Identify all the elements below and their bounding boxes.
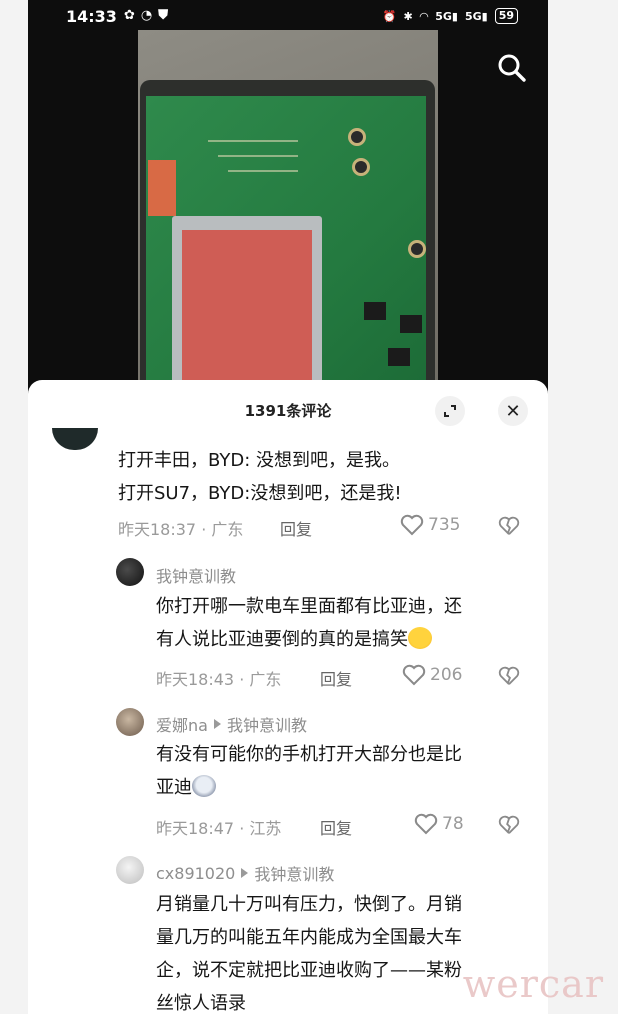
bluetooth-icon: ✱	[403, 9, 413, 23]
laugh-cry-emoji-icon	[408, 627, 432, 649]
comment-time: 昨天18:37 · 广东	[118, 520, 244, 539]
comment-text-line: 丝惊人语录	[156, 993, 246, 1014]
reply-username[interactable]: 爱娜na 我钟意训教	[156, 712, 307, 736]
reply-arrow-icon	[241, 868, 249, 878]
comment-text-line: 打开SU7，BYD:没想到吧，还是我!	[118, 483, 402, 504]
like-count: 78	[442, 814, 464, 834]
comment-text-line: 打开丰田，BYD: 没想到吧，是我。	[118, 450, 401, 471]
status-bar: 14:33 ✿◔⛊ ⏰ ✱ ◠ 5G▮ 5G▮ 59	[28, 0, 548, 34]
pcb-trace	[208, 140, 298, 142]
pcb-chip	[364, 302, 386, 320]
comments-count-title: 1391条评论	[244, 402, 332, 420]
broken-heart-icon[interactable]	[498, 666, 520, 686]
search-icon[interactable]	[496, 52, 528, 84]
reply-button[interactable]: 回复	[280, 516, 312, 540]
broken-heart-icon[interactable]	[498, 815, 520, 835]
reply-to-text: 我钟意训教	[254, 865, 335, 884]
comment-text-line: 量几万的叫能五年内能成为全国最大车	[156, 927, 462, 948]
heart-icon	[400, 514, 424, 536]
status-time: 14:33	[66, 7, 117, 26]
time-text: 昨天18:43	[156, 670, 235, 689]
username-text: 我钟意训教	[156, 567, 237, 586]
watermark: wercar	[462, 962, 604, 1006]
location-text: 广东	[211, 520, 244, 539]
comment-text-line: 亚迪	[156, 771, 462, 804]
pcb-chip	[388, 348, 410, 366]
cat-emoji-icon	[192, 775, 216, 797]
location-text: 广东	[249, 670, 282, 689]
heart-icon	[402, 664, 426, 686]
like-count: 735	[428, 515, 461, 535]
battery-indicator: 59	[494, 8, 518, 24]
reply-comment: 你打开哪一款电车里面都有比亚迪，还 有人说比亚迪要倒的真的是搞笑	[156, 590, 462, 656]
heart-icon	[414, 813, 438, 835]
like-count: 206	[430, 665, 463, 685]
reply-comment: 有没有可能你的手机打开大部分也是比 亚迪	[156, 738, 462, 804]
status-left-icons: ✿◔⛊	[124, 8, 174, 23]
reply-button[interactable]: 回复	[320, 815, 352, 839]
pcb-chip	[400, 315, 422, 333]
alarm-icon: ⏰	[382, 9, 397, 23]
location-text: 江苏	[249, 819, 282, 838]
comment-text-line: 有没有可能你的手机打开大部分也是比	[156, 744, 462, 765]
reply-username[interactable]: cx891020 我钟意训教	[156, 861, 334, 885]
like-button[interactable]: 78	[414, 813, 464, 835]
like-button[interactable]: 206	[402, 664, 462, 686]
expand-icon[interactable]	[435, 396, 465, 426]
status-right-icons: ⏰ ✱ ◠ 5G▮ 5G▮ 59	[383, 8, 518, 24]
time-text: 昨天18:37	[118, 520, 197, 539]
username-text: cx891020	[156, 863, 236, 883]
shield-check-icon: ⛊	[158, 8, 175, 23]
comment-text-line: 你打开哪一款电车里面都有比亚迪，还	[156, 596, 462, 617]
comment-time: 昨天18:47 · 江苏	[156, 819, 282, 838]
comment-text-line: 月销量几十万叫有压力，快倒了。月销	[156, 894, 462, 915]
signal-5g-icon: 5G▮	[435, 9, 458, 23]
comment-text-line: 企，说不定就把比亚迪收购了——某粉	[156, 960, 462, 981]
video-frame-pcb	[138, 30, 438, 400]
avatar[interactable]	[116, 856, 144, 884]
phone-screen: 14:33 ✿◔⛊ ⏰ ✱ ◠ 5G▮ 5G▮ 59 1391条评论 ✕ 打开丰…	[28, 0, 548, 1014]
avatar[interactable]	[52, 428, 98, 450]
signal-5g-icon: 5G▮	[464, 9, 488, 23]
comment-text-fragment: 有人说比亚迪要倒的真的是搞笑	[156, 629, 408, 650]
pcb-trace	[218, 155, 298, 157]
video-player[interactable]: 14:33 ✿◔⛊ ⏰ ✱ ◠ 5G▮ 5G▮ 59	[28, 0, 548, 400]
capacitor	[352, 158, 370, 176]
close-icon[interactable]: ✕	[498, 396, 528, 426]
comment-text-line: 有人说比亚迪要倒的真的是搞笑	[156, 623, 462, 656]
avatar[interactable]	[116, 708, 144, 736]
reply-to-text: 我钟意训教	[226, 716, 307, 735]
pcb-trace	[228, 170, 298, 172]
top-comment: 打开丰田，BYD: 没想到吧，是我。 打开SU7，BYD:没想到吧，还是我!	[118, 444, 402, 510]
comments-header: 1391条评论 ✕	[28, 380, 548, 436]
like-button[interactable]: 735	[400, 514, 460, 536]
reply-comment: 月销量几十万叫有压力，快倒了。月销 量几万的叫能五年内能成为全国最大车 企，说不…	[156, 888, 462, 1014]
username-text: 爱娜na	[156, 716, 208, 735]
reply-button[interactable]: 回复	[320, 666, 352, 690]
comments-sheet: 1391条评论 ✕ 打开丰田，BYD: 没想到吧，是我。 打开SU7，BYD:没…	[28, 380, 548, 1014]
orange-component	[148, 160, 176, 216]
thermal-pad	[182, 230, 312, 400]
comment-text-fragment: 亚迪	[156, 777, 192, 798]
avatar[interactable]	[116, 558, 144, 586]
time-text: 昨天18:47	[156, 819, 235, 838]
reply-arrow-icon	[213, 719, 221, 729]
capacitor	[408, 240, 426, 258]
qq-icon: ◔	[140, 8, 159, 23]
reply-username[interactable]: 我钟意训教	[156, 563, 236, 587]
capacitor	[348, 128, 366, 146]
comment-time: 昨天18:43 · 广东	[156, 670, 282, 689]
wifi-icon: ◠	[419, 9, 429, 23]
wechat-icon: ✿	[124, 8, 141, 23]
broken-heart-icon[interactable]	[498, 516, 520, 536]
